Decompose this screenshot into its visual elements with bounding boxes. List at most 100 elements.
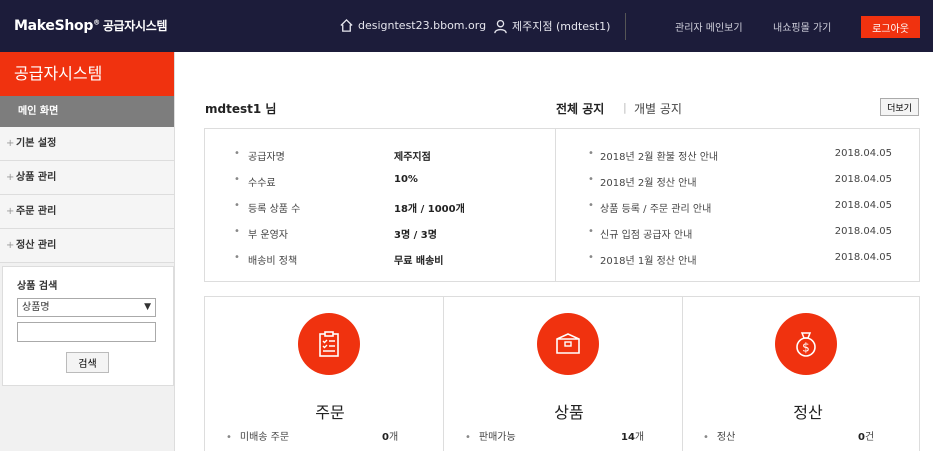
notice-item[interactable]: • 2018년 1월 정산 안내 2018.04.05 [588,252,892,268]
user-text: 제주지점 (mdtest1) [512,20,611,33]
bullet-icon: • [588,200,594,211]
clipboard-icon [319,331,339,357]
bullet-icon: • [234,148,240,159]
info-divider [555,128,556,282]
more-button[interactable]: 더보기 [880,98,919,116]
sidebar-item-label: 주문 관리 [16,206,57,217]
info-label: 배송비 정책 [248,256,298,267]
bullet-icon: • [234,174,240,185]
sidebar-item-order-management[interactable]: + 주문 관리 [0,195,174,229]
sidebar-item-label: 기본 설정 [16,138,57,149]
sidebar-title: 공급자시스템 [0,52,174,96]
count-unit: 개 [634,432,645,443]
bullet-icon: • [226,432,232,443]
bullet-icon: • [234,200,240,211]
product-search-panel: 상품 검색 상품명 ▼ 검색 [2,266,174,386]
notice-item[interactable]: • 신규 입점 공급자 안내 2018.04.05 [588,226,892,242]
sidebar: 공급자시스템 메인 화면 + 기본 설정 + 상품 관리 + 주문 관리 + 정산 관리… [0,52,175,451]
info-value: 18개 / 1000개 [394,204,465,215]
notice-title: 신규 입점 공급자 안내 [600,230,693,241]
order-card-label: 미배송 주문 [239,432,290,443]
search-type-value: 상품명 [22,302,50,313]
user-icon [494,19,507,33]
count-unit: 건 [864,432,875,443]
info-value: 10% [394,174,418,185]
search-input[interactable] [17,322,156,342]
my-mall-link[interactable]: 내쇼핑몰 가기 [773,19,831,34]
notice-date: 2018.04.05 [834,200,892,211]
search-button[interactable]: 검색 [66,352,109,373]
admin-main-link[interactable]: 관리자 메인보기 [675,19,743,34]
logo-text: MakeShop [14,18,94,34]
notice-item[interactable]: • 2018년 2월 정산 안내 2018.04.05 [588,174,892,190]
bullet-icon: • [588,252,594,263]
info-row: • 등록 상품 수 18개 / 1000개 [234,200,534,216]
plus-icon: + [6,240,15,251]
product-card-label: 판매가능 [478,432,516,443]
count-unit: 개 [388,432,399,443]
order-card-icon[interactable] [298,313,360,375]
notice-title: 상품 등록 / 주문 관리 안내 [600,204,712,215]
sidebar-item-label: 상품 관리 [16,172,57,183]
svg-text:$: $ [802,341,810,355]
domain-text: designtest23.bbom.org [358,19,487,32]
tab-divider: | [623,101,627,114]
count-value: 14 [621,432,635,443]
sidebar-item-product-management[interactable]: + 상품 관리 [0,161,174,195]
notice-date: 2018.04.05 [834,174,892,185]
sidebar-item-settlement-management[interactable]: + 정산 관리 [0,229,174,263]
info-row: • 공급자명 제주지점 [234,148,534,164]
header-divider [625,13,626,40]
bullet-icon: • [234,252,240,263]
info-label: 등록 상품 수 [248,204,301,215]
home-icon [340,18,353,32]
tab-all-notices[interactable]: 전체 공지 [556,100,604,117]
info-value: 제주지점 [394,152,431,163]
bullet-icon: • [703,432,709,443]
notice-title: 2018년 2월 정산 안내 [600,178,697,189]
count-value: 0 [382,432,389,443]
settlement-card-icon[interactable]: $ [775,313,837,375]
top-header: MakeShop® 공급자시스템 designtest23.bbom.org 제주… [0,0,933,52]
bullet-icon: • [588,148,594,159]
info-row: • 부 운영자 3명 / 3명 [234,226,534,242]
card-divider [443,296,444,451]
logout-button[interactable]: 로그아웃 [861,16,920,38]
product-card-count: 14개 [621,428,644,443]
notice-item[interactable]: • 상품 등록 / 주문 관리 안내 2018.04.05 [588,200,892,216]
money-bag-icon: $ [796,332,816,357]
settlement-card-row[interactable]: • 정산 [703,428,735,443]
notice-date: 2018.04.05 [834,252,892,263]
info-label: 수수료 [248,178,276,189]
sidebar-item-main[interactable]: 메인 화면 [0,96,174,127]
search-label: 상품 검색 [17,281,58,292]
info-label: 부 운영자 [248,230,288,241]
domain-info[interactable]: designtest23.bbom.org [339,18,486,33]
info-row: • 수수료 10% [234,174,534,190]
count-value: 0 [858,432,865,443]
notice-title: 2018년 1월 정산 안내 [600,256,697,267]
user-info[interactable]: 제주지점 (mdtest1) [493,18,610,34]
search-type-select[interactable]: 상품명 ▼ [17,298,156,317]
notice-item[interactable]: • 2018년 2월 환불 정산 안내 2018.04.05 [588,148,892,164]
tab-individual-notices[interactable]: 개별 공지 [634,100,682,117]
plus-icon: + [6,206,15,217]
info-label: 공급자명 [248,152,285,163]
bullet-icon: • [588,174,594,185]
product-card-title: 상품 [554,403,584,422]
box-icon [556,333,580,354]
info-row: • 배송비 정책 무료 배송비 [234,252,534,268]
product-card-icon[interactable] [537,313,599,375]
order-card-row[interactable]: • 미배송 주문 [226,428,289,443]
notice-title: 2018년 2월 환불 정산 안내 [600,152,719,163]
order-card-title: 주문 [315,403,345,422]
logo-mark: ® [93,18,100,27]
sidebar-item-basic-settings[interactable]: + 기본 설정 [0,127,174,161]
caret-down-icon: ▼ [144,302,151,312]
logo[interactable]: MakeShop® 공급자시스템 [14,17,168,34]
plus-icon: + [6,138,15,149]
bullet-icon: • [465,432,471,443]
product-card-row[interactable]: • 판매가능 [465,428,516,443]
info-value: 무료 배송비 [394,256,444,267]
settlement-card-label: 정산 [716,432,736,443]
